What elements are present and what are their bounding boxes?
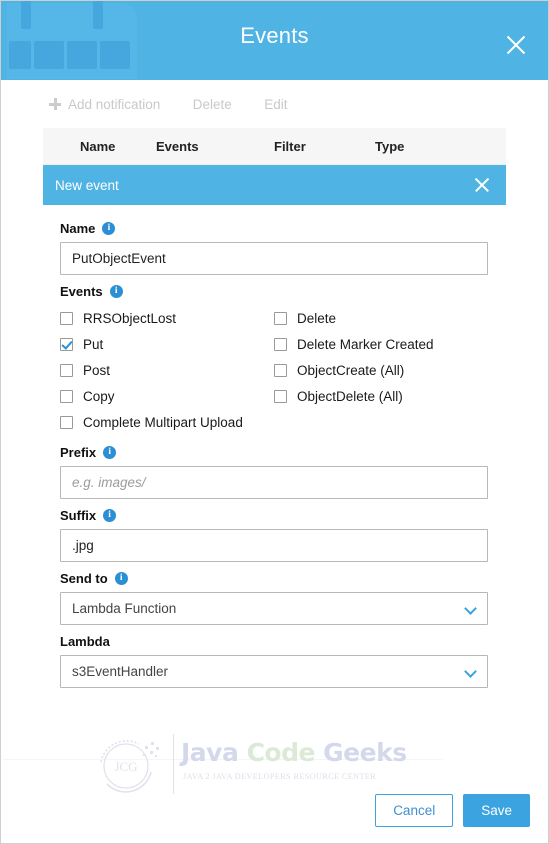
checkbox-delete[interactable]: Delete [274,305,488,331]
column-header-events: Events [156,138,199,154]
events-left-column: RRSObjectLost Put Post Copy Complete Mul… [60,305,274,435]
add-notification-button[interactable]: Add notification [49,97,160,112]
watermark-word-geeks: Geeks [323,738,407,767]
checkbox-box[interactable] [274,311,287,325]
cancel-button[interactable]: Cancel [375,794,454,827]
info-icon[interactable]: i [102,222,116,235]
checkbox-post[interactable]: Post [60,357,274,383]
column-header-type: Type [375,138,405,154]
new-event-row[interactable]: New event [43,165,506,205]
close-icon[interactable] [472,175,492,195]
checkbox-box[interactable] [60,363,73,377]
send-to-select[interactable]: Lambda Function [60,592,488,625]
prefix-input[interactable] [60,466,488,499]
checkbox-objectdelete-all[interactable]: ObjectDelete (All) [274,383,488,409]
checkbox-box[interactable] [274,337,287,351]
checkbox-box[interactable] [60,415,73,429]
save-button[interactable]: Save [463,794,530,827]
events-dialog: Events Add notification Delete Edit Name… [0,0,549,844]
dialog-footer: Cancel Save [375,794,530,827]
lambda-label: Lambda [60,634,110,649]
checkbox-objectcreate-all[interactable]: ObjectCreate (All) [274,357,488,383]
delete-button[interactable]: Delete [193,97,232,112]
checkbox-complete-multipart-upload[interactable]: Complete Multipart Upload [60,409,274,435]
prefix-label: Prefix i [60,445,488,460]
send-to-select-wrap: Lambda Function [60,592,488,625]
events-checkbox-group: RRSObjectLost Put Post Copy Complete Mul… [60,305,488,435]
lambda-select[interactable]: s3EventHandler [60,655,488,688]
name-input[interactable] [60,242,488,275]
events-label: Events i [60,284,488,299]
svg-text:JCG: JCG [114,759,137,774]
watermark-word-java: Java [181,738,239,767]
watermark: JCG Java Code Geeks JAVA 2 JAVA DEVELOPE… [3,732,443,798]
checkbox-box[interactable] [274,363,287,377]
suffix-label: Suffix i [60,508,488,523]
info-icon[interactable]: i [109,285,123,298]
checkbox-put[interactable]: Put [60,331,274,357]
page-title: Events [240,23,309,48]
watermark-subtitle: JAVA 2 JAVA DEVELOPERS RESOURCE CENTER [183,772,377,781]
checkbox-box[interactable] [60,311,73,325]
table-header-row: Name Events Filter Type [43,128,506,165]
info-icon[interactable]: i [103,446,117,459]
name-label: Name i [60,221,488,236]
checkbox-box[interactable] [274,389,287,403]
checkbox-box[interactable] [60,337,73,351]
events-right-column: Delete Delete Marker Created ObjectCreat… [274,305,488,435]
jcg-logo-icon: JCG [100,740,159,793]
plus-icon [49,98,61,111]
column-header-filter: Filter [274,138,306,154]
checkbox-rrsobjectlost[interactable]: RRSObjectLost [60,305,274,331]
edit-button[interactable]: Edit [264,97,287,112]
checkbox-delete-marker-created[interactable]: Delete Marker Created [274,331,488,357]
watermark-title: Java Code Geeks [181,738,407,767]
close-icon[interactable] [502,31,530,59]
checkbox-box[interactable] [60,389,73,403]
new-event-label: New event [55,177,119,193]
column-header-name: Name [80,138,116,154]
send-to-label: Send to i [60,571,488,586]
watermark-word-code: Code [246,738,316,767]
suffix-input[interactable] [60,529,488,562]
toolbar: Add notification Delete Edit [1,80,548,120]
event-form: Name i Events i RRSObjectLost Put [1,205,548,688]
info-icon[interactable]: i [114,572,128,585]
lambda-select-wrap: s3EventHandler [60,655,488,688]
dialog-titlebar: Events [1,1,548,80]
add-notification-label: Add notification [68,97,161,113]
info-icon[interactable]: i [103,509,117,522]
checkbox-copy[interactable]: Copy [60,383,274,409]
